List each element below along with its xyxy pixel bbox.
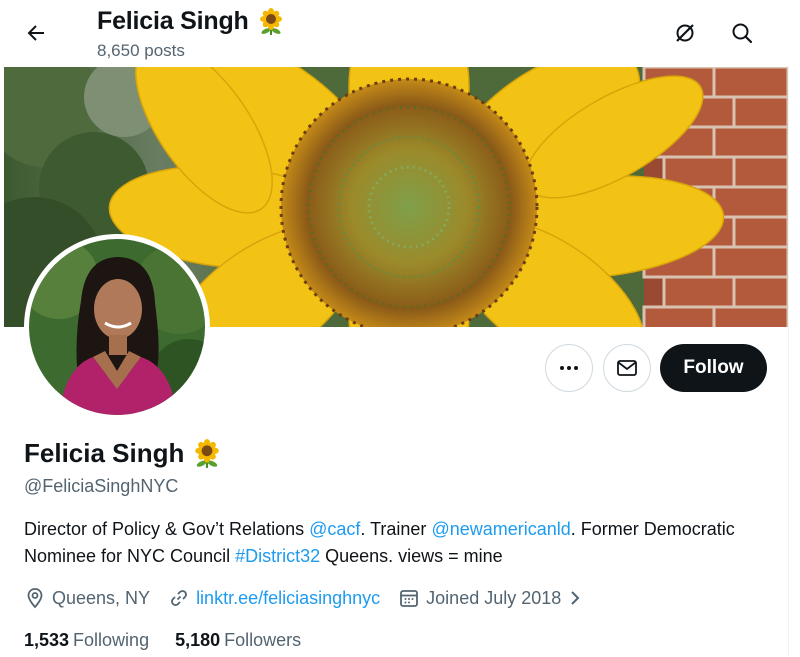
bio-mention-newamericanld[interactable]: @newamericanld (431, 519, 570, 539)
follow-button[interactable]: Follow (660, 344, 767, 392)
bio-text: Queens. views = mine (320, 546, 503, 566)
envelope-icon (617, 360, 637, 376)
follow-stats: 1,533 Following 5,180 Followers (24, 630, 301, 651)
search-icon (732, 23, 753, 44)
following-label: Following (73, 630, 150, 650)
search-button[interactable] (721, 12, 763, 54)
joined-text: Joined July 2018 (426, 587, 562, 608)
bio-text: . Trainer (360, 519, 432, 539)
sunflower-emoji-icon (195, 438, 220, 468)
profile-meta: Queens, NY linktr.ee/feliciasinghnyc Joi… (24, 585, 601, 611)
website-link[interactable]: linktr.ee/feliciasinghnyc (196, 588, 380, 609)
more-button[interactable] (545, 344, 593, 392)
profile-handle: @FeliciaSinghNYC (24, 476, 179, 496)
bio-mention-cacf[interactable]: @cacf (309, 519, 360, 539)
grok-slash-icon (676, 24, 694, 42)
sunflower-emoji-icon (259, 7, 282, 35)
more-dots-icon (560, 366, 578, 370)
grok-button[interactable] (664, 12, 706, 54)
avatar-photo (29, 239, 205, 415)
profile-name-text: Felicia Singh (24, 438, 185, 468)
link-icon (171, 590, 187, 606)
profile-bio: Director of Policy & Gov’t Relations @ca… (24, 516, 764, 570)
location-pin-icon (27, 588, 43, 609)
followers-label: Followers (224, 630, 302, 650)
bio-hashtag[interactable]: #District32 (235, 546, 320, 566)
chevron-right-icon (571, 591, 580, 605)
profile-avatar[interactable] (24, 234, 210, 420)
message-button[interactable] (603, 344, 651, 392)
post-count: 8,650 posts (97, 41, 185, 60)
website-item: linktr.ee/feliciasinghnyc (168, 587, 380, 609)
bio-text: Director of Policy & Gov’t Relations (24, 519, 310, 539)
following-link[interactable]: 1,533 Following (24, 630, 149, 651)
header-name: Felicia Singh (97, 7, 285, 36)
header-name-text: Felicia Singh (97, 7, 249, 35)
followers-link[interactable]: 5,180 Followers (175, 630, 301, 651)
calendar-icon (400, 590, 419, 607)
location-text: Queens, NY (52, 587, 151, 608)
following-count: 1,533 (24, 630, 70, 650)
followers-count: 5,180 (175, 630, 221, 650)
arrow-left-icon (27, 25, 44, 41)
joined-item[interactable]: Joined July 2018 (398, 587, 583, 609)
back-button[interactable] (14, 11, 58, 55)
profile-header-bar: Felicia Singh 8,650 posts (0, 0, 800, 66)
profile-name: Felicia Singh (24, 438, 222, 469)
location-item: Queens, NY (24, 587, 150, 609)
column-divider (788, 0, 789, 657)
